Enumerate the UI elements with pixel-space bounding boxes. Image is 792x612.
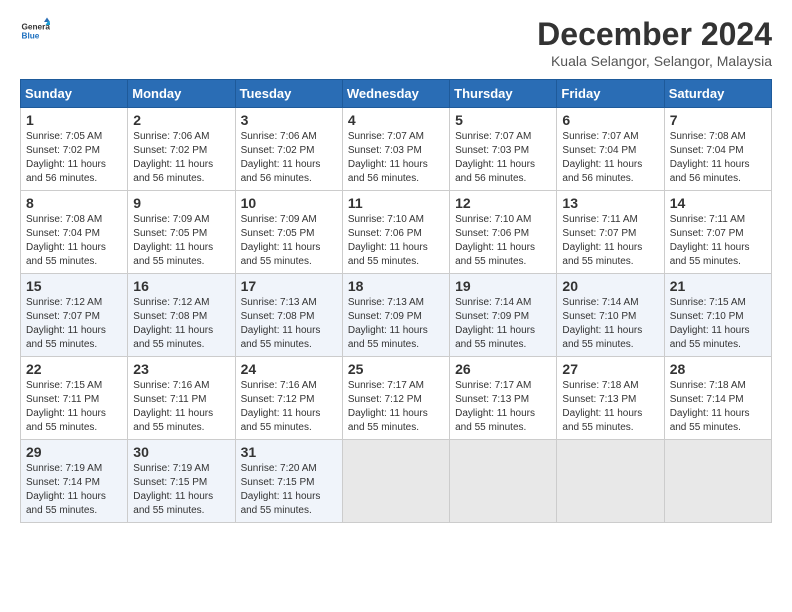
table-row: 1Sunrise: 7:05 AMSunset: 7:02 PMDaylight… xyxy=(21,108,128,191)
table-row: 19Sunrise: 7:14 AMSunset: 7:09 PMDayligh… xyxy=(450,274,557,357)
table-row: 20Sunrise: 7:14 AMSunset: 7:10 PMDayligh… xyxy=(557,274,664,357)
col-sunday: Sunday xyxy=(21,80,128,108)
svg-text:General: General xyxy=(22,23,51,32)
table-row xyxy=(342,440,449,523)
table-row: 17Sunrise: 7:13 AMSunset: 7:08 PMDayligh… xyxy=(235,274,342,357)
table-row: 14Sunrise: 7:11 AMSunset: 7:07 PMDayligh… xyxy=(664,191,771,274)
table-row: 21Sunrise: 7:15 AMSunset: 7:10 PMDayligh… xyxy=(664,274,771,357)
table-row xyxy=(450,440,557,523)
table-row: 29Sunrise: 7:19 AMSunset: 7:14 PMDayligh… xyxy=(21,440,128,523)
col-friday: Friday xyxy=(557,80,664,108)
col-monday: Monday xyxy=(128,80,235,108)
table-row: 3Sunrise: 7:06 AMSunset: 7:02 PMDaylight… xyxy=(235,108,342,191)
calendar-subtitle: Kuala Selangor, Selangor, Malaysia xyxy=(537,53,772,69)
table-row: 10Sunrise: 7:09 AMSunset: 7:05 PMDayligh… xyxy=(235,191,342,274)
table-row: 5Sunrise: 7:07 AMSunset: 7:03 PMDaylight… xyxy=(450,108,557,191)
table-row: 8Sunrise: 7:08 AMSunset: 7:04 PMDaylight… xyxy=(21,191,128,274)
table-row: 12Sunrise: 7:10 AMSunset: 7:06 PMDayligh… xyxy=(450,191,557,274)
table-row: 18Sunrise: 7:13 AMSunset: 7:09 PMDayligh… xyxy=(342,274,449,357)
logo: General Blue xyxy=(20,16,50,46)
table-row: 22Sunrise: 7:15 AMSunset: 7:11 PMDayligh… xyxy=(21,357,128,440)
table-row: 23Sunrise: 7:16 AMSunset: 7:11 PMDayligh… xyxy=(128,357,235,440)
table-row: 30Sunrise: 7:19 AMSunset: 7:15 PMDayligh… xyxy=(128,440,235,523)
col-wednesday: Wednesday xyxy=(342,80,449,108)
table-row: 25Sunrise: 7:17 AMSunset: 7:12 PMDayligh… xyxy=(342,357,449,440)
table-row xyxy=(557,440,664,523)
table-row: 4Sunrise: 7:07 AMSunset: 7:03 PMDaylight… xyxy=(342,108,449,191)
col-saturday: Saturday xyxy=(664,80,771,108)
page-header: General Blue December 2024 Kuala Selango… xyxy=(20,16,772,69)
table-row: 26Sunrise: 7:17 AMSunset: 7:13 PMDayligh… xyxy=(450,357,557,440)
table-row: 11Sunrise: 7:10 AMSunset: 7:06 PMDayligh… xyxy=(342,191,449,274)
svg-text:Blue: Blue xyxy=(22,32,40,41)
calendar-title: December 2024 xyxy=(537,16,772,53)
table-row: 16Sunrise: 7:12 AMSunset: 7:08 PMDayligh… xyxy=(128,274,235,357)
title-area: December 2024 Kuala Selangor, Selangor, … xyxy=(537,16,772,69)
table-row: 27Sunrise: 7:18 AMSunset: 7:13 PMDayligh… xyxy=(557,357,664,440)
logo-icon: General Blue xyxy=(20,16,50,46)
table-row: 9Sunrise: 7:09 AMSunset: 7:05 PMDaylight… xyxy=(128,191,235,274)
table-row: 6Sunrise: 7:07 AMSunset: 7:04 PMDaylight… xyxy=(557,108,664,191)
table-row: 7Sunrise: 7:08 AMSunset: 7:04 PMDaylight… xyxy=(664,108,771,191)
col-thursday: Thursday xyxy=(450,80,557,108)
header-row: Sunday Monday Tuesday Wednesday Thursday… xyxy=(21,80,772,108)
table-row: 24Sunrise: 7:16 AMSunset: 7:12 PMDayligh… xyxy=(235,357,342,440)
col-tuesday: Tuesday xyxy=(235,80,342,108)
table-row: 28Sunrise: 7:18 AMSunset: 7:14 PMDayligh… xyxy=(664,357,771,440)
table-row: 2Sunrise: 7:06 AMSunset: 7:02 PMDaylight… xyxy=(128,108,235,191)
table-row: 13Sunrise: 7:11 AMSunset: 7:07 PMDayligh… xyxy=(557,191,664,274)
table-row xyxy=(664,440,771,523)
calendar-table: Sunday Monday Tuesday Wednesday Thursday… xyxy=(20,79,772,523)
table-row: 15Sunrise: 7:12 AMSunset: 7:07 PMDayligh… xyxy=(21,274,128,357)
table-row: 31Sunrise: 7:20 AMSunset: 7:15 PMDayligh… xyxy=(235,440,342,523)
